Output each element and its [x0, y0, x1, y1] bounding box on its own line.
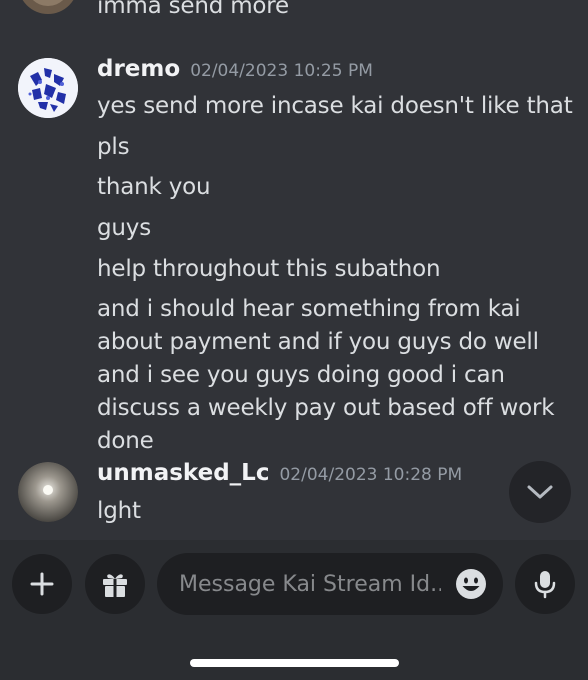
message-text: help throughout this subathon: [97, 256, 441, 282]
gift-icon: [103, 574, 127, 597]
chevron-down-icon: [527, 485, 553, 499]
avatar-previous[interactable]: [18, 0, 78, 14]
timestamp-unmasked-lc: 02/04/2023 10:28 PM: [279, 465, 463, 485]
home-indicator[interactable]: [190, 659, 399, 667]
message-text: thank you: [97, 174, 211, 200]
avatar-unmasked-lc[interactable]: [18, 462, 78, 522]
timestamp-dremo: 02/04/2023 10:25 PM: [190, 61, 373, 81]
message-input[interactable]: Message Kai Stream Id...: [157, 553, 503, 615]
message-header-unmasked-lc: unmasked_Lc 02/04/2023 10:28 PM: [97, 460, 462, 486]
message-input-placeholder: Message Kai Stream Id...: [179, 571, 441, 597]
emoji-button[interactable]: [455, 568, 487, 604]
avatar-dremo[interactable]: [18, 58, 78, 118]
message-text: pls: [97, 134, 130, 160]
previous-message-text: imma send more: [97, 0, 290, 19]
username-dremo[interactable]: dremo: [97, 56, 180, 82]
message-header-dremo: dremo 02/04/2023 10:25 PM: [97, 56, 373, 82]
message-text: and i should hear something from kai abo…: [97, 296, 555, 454]
message-list[interactable]: imma send more dremo 02/04/2023 10:25 PM…: [0, 0, 588, 540]
emoji-icon: [456, 569, 486, 599]
scroll-to-bottom-button[interactable]: [509, 461, 571, 523]
username-unmasked-lc[interactable]: unmasked_Lc: [97, 460, 269, 486]
add-attachment-button[interactable]: [12, 554, 72, 614]
message-text: lght: [97, 498, 141, 524]
gift-button[interactable]: [85, 554, 145, 614]
plus-icon: [30, 572, 54, 596]
voice-message-button[interactable]: [515, 554, 575, 614]
microphone-icon: [534, 571, 556, 599]
message-text: guys: [97, 215, 151, 241]
message-text: yes send more incase kai doesn't like th…: [97, 93, 573, 119]
